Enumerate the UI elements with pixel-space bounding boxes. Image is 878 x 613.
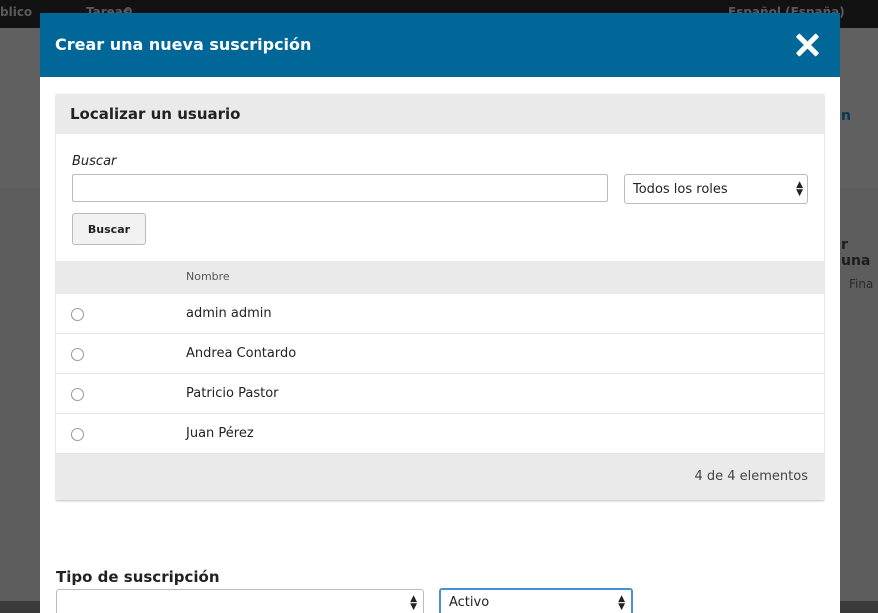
- search-button-label: Buscar: [87, 223, 131, 236]
- table-row[interactable]: admin admin: [56, 294, 824, 334]
- roles-select-value: Todos los roles: [633, 182, 728, 197]
- panel-title: Localizar un usuario: [70, 105, 241, 123]
- bg-column-fragment: Fina: [849, 277, 874, 291]
- radio-icon[interactable]: [71, 388, 84, 401]
- create-subscription-modal: Crear una nueva suscripción Localizar un…: [40, 13, 840, 613]
- modal-title: Crear una nueva suscripción: [55, 35, 312, 54]
- panel-header: Localizar un usuario: [56, 94, 824, 134]
- column-header-name: Nombre: [186, 270, 230, 283]
- chevron-updown-icon: ▲ ▼: [796, 180, 803, 198]
- table-row[interactable]: Andrea Contardo: [56, 334, 824, 374]
- locate-user-panel: Localizar un usuario Buscar Todos los ro…: [56, 94, 824, 500]
- user-name: admin admin: [186, 306, 272, 321]
- subscription-type-label: Tipo de suscripción: [56, 568, 220, 586]
- chevron-updown-icon: ▲ ▼: [618, 594, 625, 612]
- search-input[interactable]: [72, 174, 608, 202]
- user-name: Juan Pérez: [186, 426, 254, 441]
- bg-link-fragment: n: [841, 108, 851, 124]
- users-table-header: Nombre: [56, 261, 824, 294]
- chevron-updown-icon: ▲ ▼: [410, 594, 417, 612]
- radio-icon[interactable]: [71, 348, 84, 361]
- bg-site-label: blico: [0, 5, 33, 19]
- status-select-value: Activo: [449, 595, 490, 610]
- roles-select[interactable]: Todos los roles ▲ ▼: [624, 174, 808, 204]
- modal-header: Crear una nueva suscripción: [40, 13, 840, 77]
- radio-icon[interactable]: [71, 428, 84, 441]
- search-label: Buscar: [72, 154, 117, 169]
- search-button[interactable]: Buscar: [72, 213, 146, 245]
- radio-icon[interactable]: [71, 308, 84, 321]
- subscription-type-select[interactable]: ▲ ▼: [56, 589, 424, 613]
- bg-heading-fragment: r una: [841, 237, 871, 269]
- user-name: Andrea Contardo: [186, 346, 297, 361]
- user-name: Patricio Pastor: [186, 386, 279, 401]
- table-row[interactable]: Juan Pérez: [56, 414, 824, 454]
- table-row[interactable]: Patricio Pastor: [56, 374, 824, 414]
- items-count: 4 de 4 elementos: [694, 469, 808, 484]
- users-table-footer: 4 de 4 elementos: [56, 454, 824, 500]
- close-icon[interactable]: [794, 32, 820, 58]
